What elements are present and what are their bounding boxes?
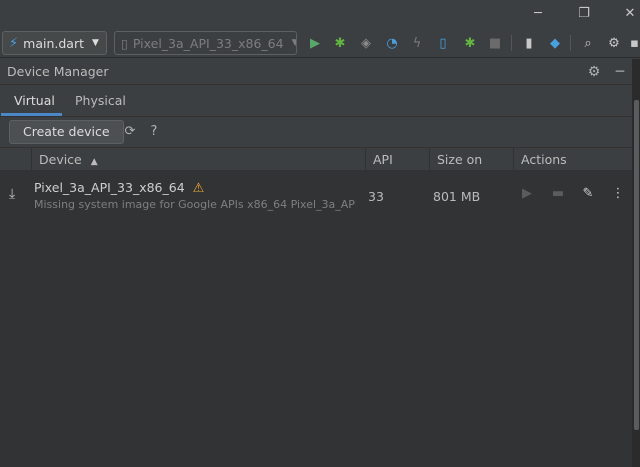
restore-button[interactable]: ❐ [573, 4, 595, 24]
gear-icon[interactable]: ⚙ [603, 33, 625, 53]
refresh-icon[interactable]: ⟳ [121, 123, 139, 141]
create-device-button[interactable]: Create device [9, 120, 124, 144]
column-header-size[interactable]: Size on Disk [429, 148, 513, 190]
tab-virtual[interactable]: Virtual [1, 85, 62, 116]
panel-title: Device Manager [7, 64, 109, 79]
chevron-down-icon: ▼ [292, 38, 296, 48]
profile-icon[interactable]: ◔ [381, 33, 403, 53]
device-status-message: Missing system image for Google APIs x86… [34, 198, 356, 211]
device-actions-bar: Create device ⟳ ? [0, 117, 632, 147]
minimize-button[interactable]: ─ [527, 4, 549, 24]
column-header-device[interactable]: Device ▲ [31, 148, 365, 171]
table-row[interactable]: ⤓ Pixel_3a_API_33_x86_64 ⚠ Missing system… [0, 171, 632, 221]
apply-changes-icon[interactable]: ϟ [406, 33, 428, 53]
close-button[interactable]: ✕ [619, 4, 640, 24]
column-header-api[interactable]: API [365, 148, 429, 171]
more-actions-icon[interactable]: ⋮ [608, 184, 628, 204]
help-icon[interactable]: ? [145, 123, 163, 141]
search-icon[interactable]: ⌕ [577, 33, 599, 53]
tab-physical[interactable]: Physical [62, 85, 139, 116]
run-configuration-label: main.dart [23, 35, 84, 51]
main-toolbar: ⚡ main.dart ▼ ▯ Pixel_3a_API_33_x86_64 ▼… [0, 28, 640, 58]
device-api-level: 33 [368, 189, 384, 204]
column-header-actions[interactable]: Actions [513, 148, 632, 171]
scrollbar-thumb[interactable] [634, 100, 639, 430]
device-table-header: Device ▲ API Size on Disk Actions [0, 147, 632, 190]
sdk-manager-icon[interactable]: ◆ [544, 33, 566, 53]
launch-icon[interactable]: ▶ [517, 184, 537, 204]
attach-debugger-icon[interactable]: ✱ [459, 33, 481, 53]
toolbar-separator [511, 35, 512, 51]
phone-icon: ▯ [121, 35, 128, 51]
run-configuration-dropdown[interactable]: ⚡ main.dart ▼ [2, 31, 107, 55]
device-size-on-disk: 801 MB [433, 189, 481, 204]
flutter-icon: ⚡ [9, 35, 19, 51]
column-header-device-label: Device [39, 152, 82, 167]
toolbar-separator [570, 35, 571, 51]
stop-icon[interactable]: ■ [484, 33, 506, 53]
apply-code-changes-icon[interactable]: ▯ [432, 33, 454, 53]
device-manager-icon[interactable]: ▮ [518, 33, 540, 53]
window-titlebar: ─ ❐ ✕ [0, 0, 640, 28]
run-icon[interactable]: ▶ [304, 33, 326, 53]
debug-icon[interactable]: ✱ [329, 33, 351, 53]
device-manager-panel: Device Manager ⚙ ─ Virtual Physical Crea… [0, 59, 632, 467]
device-name-cell: Pixel_3a_API_33_x86_64 ⚠ [34, 180, 204, 196]
device-table-body: ⤓ Pixel_3a_API_33_x86_64 ⚠ Missing system… [0, 171, 632, 467]
panel-header: Device Manager ⚙ ─ [0, 59, 632, 85]
download-icon[interactable]: ⤓ [9, 186, 15, 202]
sort-ascending-icon: ▲ [90, 157, 98, 167]
avatar-icon[interactable]: ▪ [629, 33, 640, 53]
folder-icon[interactable]: ▬ [548, 184, 568, 204]
edit-icon[interactable]: ✎ [578, 184, 598, 204]
device-tabs: Virtual Physical [0, 85, 632, 117]
device-name: Pixel_3a_API_33_x86_64 [34, 180, 185, 195]
chevron-down-icon: ▼ [91, 38, 99, 48]
run-with-coverage-icon[interactable]: ◈ [355, 33, 377, 53]
hide-panel-icon[interactable]: ─ [611, 63, 629, 81]
warning-icon: ⚠ [192, 181, 205, 196]
gear-icon[interactable]: ⚙ [585, 63, 603, 81]
target-device-dropdown[interactable]: ▯ Pixel_3a_API_33_x86_64 ▼ [114, 31, 297, 55]
target-device-label: Pixel_3a_API_33_x86_64 [132, 35, 284, 51]
